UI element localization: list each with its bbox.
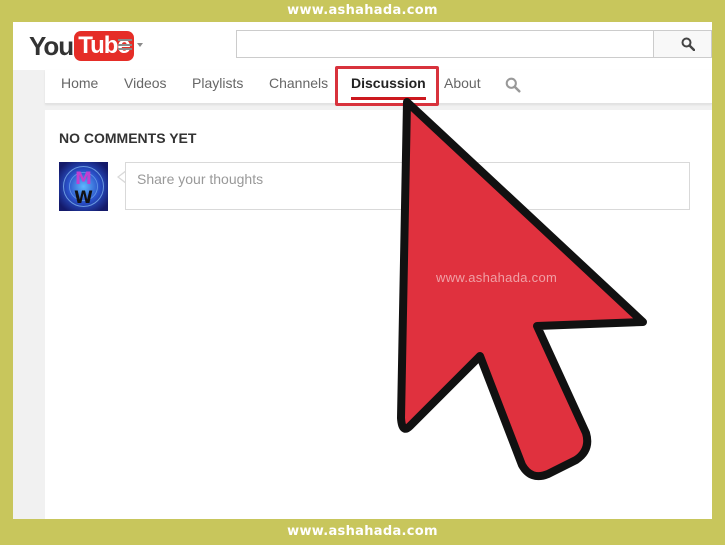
tab-about[interactable]: About (444, 70, 481, 103)
masthead: You Tube (13, 22, 712, 70)
tab-home[interactable]: Home (61, 70, 98, 103)
watermark-bottom: www.ashahada.com (287, 524, 438, 539)
comment-input[interactable]: Share your thoughts (125, 162, 690, 210)
search-input[interactable] (236, 30, 654, 58)
search-icon[interactable] (505, 77, 521, 93)
watermark-top: www.ashahada.com (287, 3, 438, 18)
caret-down-icon (137, 43, 143, 47)
avatar-letter-w: W (74, 188, 93, 208)
avatar-image: M W (59, 162, 108, 211)
browser-screen: You Tube Home Videos Playlists Channels … (13, 22, 712, 519)
tab-videos[interactable]: Videos (124, 70, 167, 103)
search-icon (681, 37, 695, 51)
search-button[interactable] (654, 30, 712, 58)
watermark-center: www.ashahada.com (436, 270, 558, 285)
avatar-letter-m: M (75, 169, 92, 189)
logo-you-text: You (29, 30, 74, 61)
tab-playlists[interactable]: Playlists (192, 70, 243, 103)
avatar[interactable]: M W (59, 162, 108, 211)
tab-channels[interactable]: Channels (269, 70, 328, 103)
guide-menu-button[interactable] (118, 38, 148, 54)
no-comments-heading: NO COMMENTS YET (59, 130, 197, 146)
discussion-panel: NO COMMENTS YET M W Share your thoughts (45, 110, 712, 519)
discussion-highlight-box (335, 66, 439, 106)
hamburger-menu-icon (118, 39, 132, 50)
